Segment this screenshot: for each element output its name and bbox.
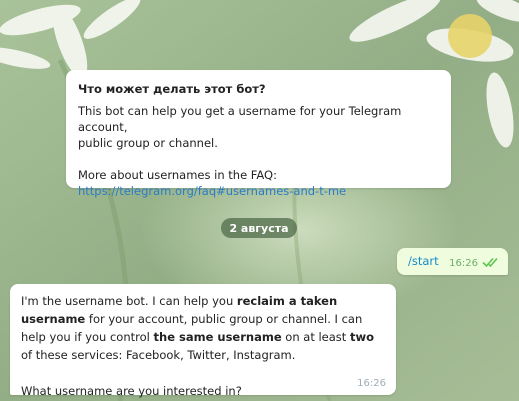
outgoing-message-text[interactable]: /start (408, 254, 439, 268)
faq-label: More about usernames in the FAQ: (78, 168, 277, 182)
bold-phrase: two (349, 330, 374, 344)
outgoing-message-time: 16:26 (449, 258, 478, 269)
incoming-question: What username are you interested in? (21, 384, 242, 398)
bot-info-card: Что может делать этот бот? This bot can … (66, 70, 451, 198)
incoming-message-text: I'm the username bot. I can help you rec… (21, 294, 374, 362)
double-check-icon (482, 257, 498, 268)
incoming-message-time: 16:26 (357, 378, 386, 389)
bot-info-title: Что может делать этот бот? (78, 82, 266, 96)
date-separator: 2 августа (221, 218, 297, 238)
incoming-message[interactable]: I'm the username bot. I can help you rec… (10, 284, 396, 398)
faq-link[interactable]: https://telegram.org/faq#usernames-and-t… (78, 183, 439, 199)
bot-info-description: This bot can help you get a username for… (78, 104, 402, 150)
bold-phrase: the same username (153, 330, 282, 344)
outgoing-message[interactable]: /start 16:26 (397, 248, 508, 275)
